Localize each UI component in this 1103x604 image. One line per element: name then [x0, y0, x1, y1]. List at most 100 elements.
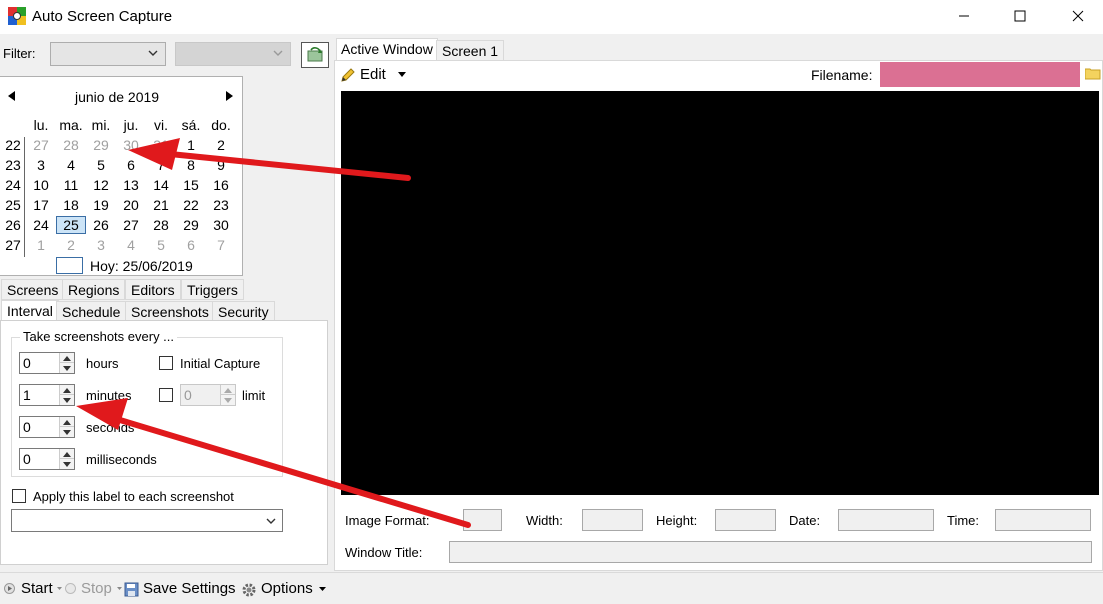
calendar-day[interactable]: 12 [86, 177, 116, 193]
calendar-day-selected[interactable]: 25 [56, 216, 86, 234]
stop-button[interactable]: Stop [81, 580, 112, 597]
calendar-day[interactable]: 9 [206, 157, 236, 173]
calendar-day[interactable]: 7 [146, 157, 176, 173]
seconds-stepper[interactable]: 0 [19, 416, 75, 438]
limit-value: 0 [184, 387, 192, 403]
calendar-day[interactable]: 3 [26, 157, 56, 173]
edit-dropdown-button[interactable]: Edit [340, 66, 406, 83]
options-button[interactable]: Options [261, 580, 313, 597]
tab-regions[interactable]: Regions [62, 279, 126, 300]
tab-screenshots[interactable]: Screenshots [125, 301, 215, 322]
screenshot-preview [341, 91, 1099, 495]
filter-type-select[interactable] [50, 42, 166, 66]
calendar-day[interactable]: 4 [56, 157, 86, 173]
calendar-day[interactable]: 7 [206, 237, 236, 253]
calendar-day[interactable]: 13 [116, 177, 146, 193]
interval-panel: Take screenshots every ... 0 hours Initi… [0, 320, 328, 565]
calendar-day[interactable]: 16 [206, 177, 236, 193]
calendar-day[interactable]: 5 [86, 157, 116, 173]
limit-stepper[interactable]: 0 [180, 384, 236, 406]
calendar-day[interactable]: 1 [176, 137, 206, 153]
tab-screen-1[interactable]: Screen 1 [436, 40, 505, 61]
calendar-day[interactable]: 20 [116, 197, 146, 213]
calendar-day[interactable]: 11 [56, 177, 86, 193]
hours-stepper[interactable]: 0 [19, 352, 75, 374]
next-month-icon[interactable] [226, 91, 234, 101]
tab-active-window[interactable]: Active Window [336, 38, 438, 61]
edit-label: Edit [360, 66, 386, 83]
bottom-toolbar: Start Stop Save Settings Options [0, 572, 1103, 604]
tab-interval[interactable]: Interval [1, 300, 59, 322]
prev-month-icon[interactable] [8, 91, 16, 101]
calendar-day[interactable]: 21 [146, 197, 176, 213]
caret-down-icon [397, 71, 406, 77]
refresh-filter-button[interactable] [301, 42, 329, 68]
calendar-month-title[interactable]: junio de 2019 [75, 89, 159, 105]
limit-checkbox[interactable] [159, 388, 173, 402]
calendar-day[interactable]: 3 [86, 237, 116, 253]
filter-value-select[interactable] [175, 42, 291, 66]
window-title: Auto Screen Capture [32, 8, 173, 25]
label-select[interactable] [11, 509, 283, 532]
time-field [995, 509, 1091, 531]
calendar-day[interactable]: 17 [26, 197, 56, 213]
calendar-day[interactable]: 29 [176, 217, 206, 233]
tab-editors[interactable]: Editors [125, 279, 181, 300]
calendar-day[interactable]: 22 [176, 197, 206, 213]
calendar-day[interactable]: 23 [206, 197, 236, 213]
minimize-icon [959, 15, 969, 17]
week-number: 22 [5, 137, 21, 153]
close-button[interactable] [1055, 0, 1101, 32]
calendar-day[interactable]: 6 [176, 237, 206, 253]
calendar-day[interactable]: 15 [176, 177, 206, 193]
image-format-label: Image Format: [345, 513, 430, 528]
calendar-day[interactable]: 29 [86, 137, 116, 153]
calendar-day[interactable]: 27 [116, 217, 146, 233]
height-label: Height: [656, 513, 698, 528]
hours-label: hours [86, 356, 119, 371]
minutes-stepper[interactable]: 1 [19, 384, 75, 406]
save-settings-button[interactable]: Save Settings [143, 580, 236, 597]
calendar-day[interactable]: 19 [86, 197, 116, 213]
calendar-day[interactable]: 2 [206, 137, 236, 153]
initial-capture-label[interactable]: Initial Capture [180, 356, 260, 371]
calendar-day[interactable]: 28 [146, 217, 176, 233]
tab-triggers[interactable]: Triggers [181, 279, 244, 300]
today-label[interactable]: Hoy: 25/06/2019 [90, 258, 193, 274]
width-label: Width: [526, 513, 563, 528]
apply-label-checkbox[interactable] [12, 489, 26, 503]
calendar-day[interactable]: 27 [26, 137, 56, 153]
filename-field[interactable] [880, 62, 1080, 87]
calendar-day[interactable]: 10 [26, 177, 56, 193]
week-number: 26 [5, 217, 21, 233]
calendar-day[interactable]: 8 [176, 157, 206, 173]
calendar-day[interactable]: 18 [56, 197, 86, 213]
calendar-day[interactable]: 26 [86, 217, 116, 233]
maximize-button[interactable] [997, 0, 1043, 32]
calendar-day[interactable]: 28 [56, 137, 86, 153]
calendar-day[interactable]: 14 [146, 177, 176, 193]
calendar-day[interactable]: 24 [26, 217, 56, 233]
initial-capture-checkbox[interactable] [159, 356, 173, 370]
filename-label: Filename: [811, 67, 873, 83]
tab-schedule[interactable]: Schedule [56, 301, 127, 322]
calendar-day[interactable]: 6 [116, 157, 146, 173]
calendar-day[interactable]: 1 [26, 237, 56, 253]
play-icon [4, 583, 15, 594]
calendar-day[interactable]: 2 [56, 237, 86, 253]
month-calendar[interactable]: junio de 2019 lu. ma. mi. ju. vi. sá. do… [0, 76, 243, 276]
week-number: 27 [5, 237, 21, 253]
folder-icon[interactable] [1085, 67, 1101, 80]
calendar-day[interactable]: 5 [146, 237, 176, 253]
calendar-day[interactable]: 30 [206, 217, 236, 233]
start-button[interactable]: Start [21, 580, 53, 597]
tab-screens[interactable]: Screens [1, 279, 65, 300]
milliseconds-stepper[interactable]: 0 [19, 448, 75, 470]
tab-security[interactable]: Security [212, 301, 275, 322]
calendar-day[interactable]: 30 [116, 137, 146, 153]
date-label: Date: [789, 513, 821, 528]
minimize-button[interactable] [941, 0, 987, 32]
apply-label-text[interactable]: Apply this label to each screenshot [33, 489, 234, 504]
calendar-day[interactable]: 4 [116, 237, 146, 253]
calendar-day[interactable]: 31 [146, 137, 176, 153]
